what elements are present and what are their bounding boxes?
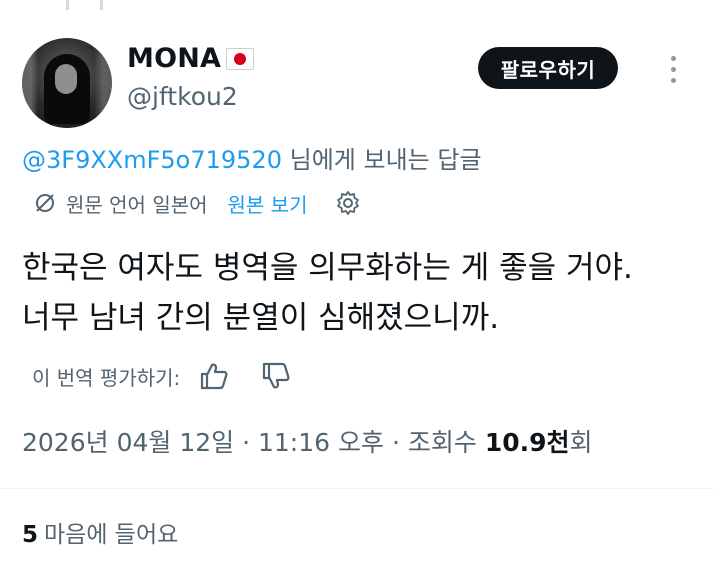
rate-translation-bar: 이 번역 평가하기:	[32, 360, 292, 392]
thumbs-down-icon[interactable]	[260, 360, 292, 392]
separator-dot: ·	[391, 428, 408, 457]
translation-bar: 원문 언어 일본어 원본 보기	[32, 188, 361, 218]
reply-to-suffix: 님에게 보내는 답글	[289, 146, 482, 174]
tweet-date[interactable]: 2026년 04월 12일	[22, 428, 234, 457]
thumbs-up-icon[interactable]	[198, 360, 230, 392]
likes-label: 마음에 들어요	[44, 522, 179, 548]
translate-icon	[36, 194, 54, 212]
views-prefix: 조회수	[407, 428, 477, 457]
edge-line	[100, 0, 103, 10]
avatar[interactable]	[22, 38, 112, 128]
avatar-face	[55, 64, 77, 94]
likes-count: 5	[22, 522, 39, 548]
tweet-line: 너무 남녀 간의 분열이 심해졌으니까.	[22, 300, 500, 336]
tweet-meta: 2026년 04월 12일 · 11:16 오후 · 조회수 10.9천회	[22, 423, 593, 459]
separator-dot: ·	[242, 428, 258, 457]
japan-flag-icon	[226, 48, 254, 70]
divider	[0, 488, 714, 489]
top-edge-lines	[0, 0, 714, 10]
author-handle[interactable]: @jftkou2	[127, 82, 238, 111]
tweet-text: 한국은 여자도 병역을 의무화하는 게 좋을 거야. 너무 남녀 간의 분열이 …	[22, 243, 633, 343]
original-language-label: 원문 언어 일본어	[66, 192, 208, 217]
more-options-icon[interactable]	[664, 52, 684, 86]
rate-translation-label: 이 번역 평가하기:	[32, 365, 181, 390]
view-original-link[interactable]: 원본 보기	[228, 189, 308, 218]
tweet-time[interactable]: 11:16 오후	[258, 428, 384, 457]
reply-mention-link[interactable]: @3F9XXmF5o719520	[22, 146, 282, 174]
gear-icon[interactable]	[335, 190, 361, 216]
author-name[interactable]: MONA	[127, 43, 221, 74]
edge-line	[66, 0, 69, 10]
views-count: 10.9천	[484, 428, 570, 457]
follow-button[interactable]: 팔로우하기	[478, 47, 618, 89]
reply-to-line: @3F9XXmF5o719520 님에게 보내는 답글	[22, 140, 482, 175]
views-suffix: 회	[569, 428, 593, 457]
likes-row[interactable]: 5 마음에 들어요	[22, 515, 178, 549]
tweet-line: 한국은 여자도 병역을 의무화하는 게 좋을 거야.	[22, 250, 633, 286]
